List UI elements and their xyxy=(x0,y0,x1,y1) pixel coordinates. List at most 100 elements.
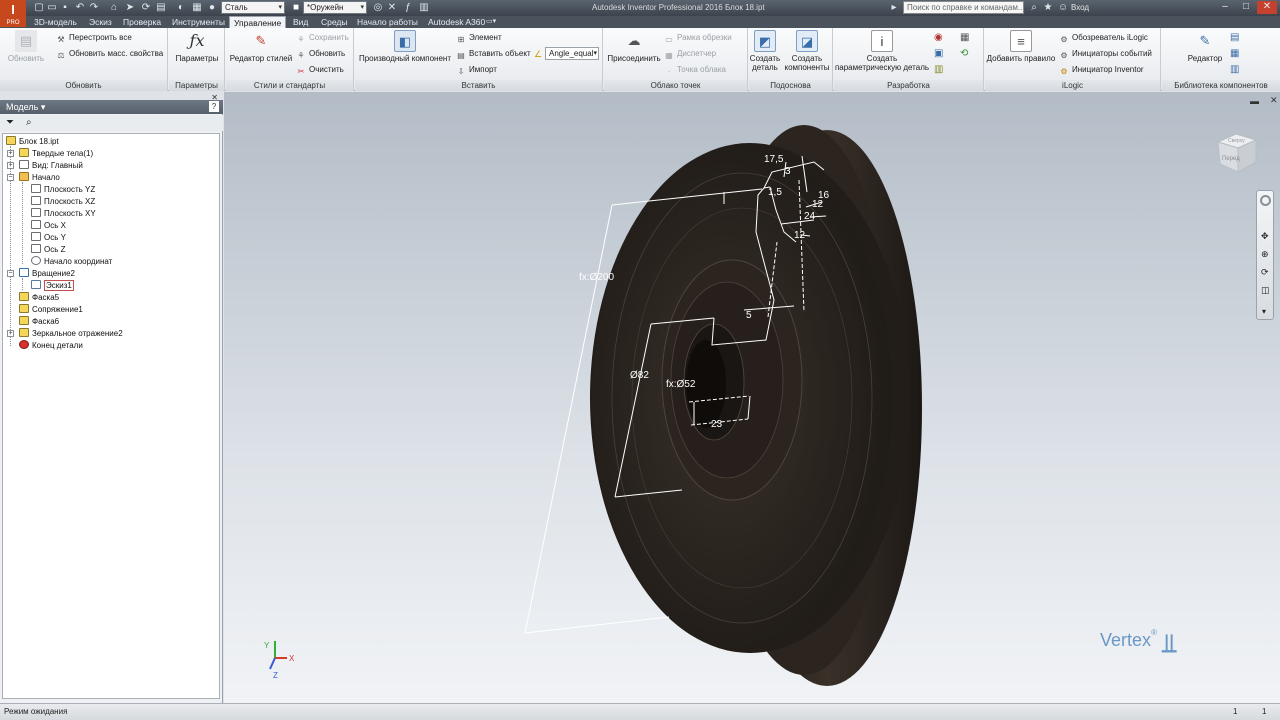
dimension-text[interactable]: 12 xyxy=(812,199,824,210)
dimension-text[interactable]: 24 xyxy=(804,211,816,222)
tree-node-sketch[interactable]: Эскиз1 xyxy=(31,280,74,292)
dimension-text[interactable]: 12 xyxy=(794,230,806,241)
insert-object-button[interactable]: ▤ Вставить объект xyxy=(456,48,530,60)
sketch-color-icon[interactable]: ● xyxy=(206,2,218,14)
author-tool-4-icon[interactable]: ▦ xyxy=(960,32,972,44)
cc-editor-button[interactable]: ✎ Редактор xyxy=(1182,30,1228,63)
select-icon[interactable]: ➤ xyxy=(124,2,136,14)
close-browser-icon[interactable]: ✕ xyxy=(211,93,218,102)
new-icon[interactable]: ▢ xyxy=(33,2,45,14)
ribbon-options-icon[interactable]: ▭▾ xyxy=(486,16,496,28)
ilogic-browser-button[interactable]: ⚙ Обозреватель iLogic xyxy=(1059,32,1147,44)
sign-in-link[interactable]: Вход xyxy=(1071,3,1089,12)
filter-icon[interactable]: ⏷ xyxy=(6,117,14,128)
look-at-icon[interactable]: ◫ xyxy=(1261,285,1270,296)
close-icon[interactable]: ✕ xyxy=(1257,1,1277,14)
orbit-icon[interactable]: ⟳ xyxy=(1261,267,1269,278)
tree-node-axis-y[interactable]: Ось Y xyxy=(31,232,66,244)
expand-icon[interactable]: + xyxy=(7,330,14,337)
color-icon[interactable]: ◐ xyxy=(175,2,187,14)
author-tool-1-icon[interactable]: ◉ xyxy=(934,32,946,44)
adjust-icon[interactable]: ◎ xyxy=(372,2,384,14)
cc-tool-1-icon[interactable]: ▤ xyxy=(1230,32,1242,44)
tree-node-view[interactable]: Вид: Главный xyxy=(19,160,83,172)
tree-node-end-of-part[interactable]: Конец детали xyxy=(19,340,83,352)
customize-icon[interactable]: ▾ xyxy=(1262,307,1266,316)
help-search-input[interactable]: Поиск по справке и командам... xyxy=(903,1,1024,14)
tab-get-started[interactable]: Начало работы xyxy=(357,16,418,28)
parameters-button[interactable]: ƒx Параметры xyxy=(173,30,221,63)
view-cube[interactable]: Сверху Перед xyxy=(1214,130,1260,174)
material-combo[interactable]: Сталь ▾ xyxy=(221,1,285,14)
minimize-icon[interactable]: – xyxy=(1215,1,1235,14)
tab-tools[interactable]: Инструменты xyxy=(172,16,225,28)
derive-button[interactable]: ◧ Производный компонент xyxy=(357,30,453,63)
browser-header[interactable]: Модель ▾? xyxy=(0,100,223,114)
import-button[interactable]: ⇩ Импорт xyxy=(456,64,497,76)
add-rule-button[interactable]: ≡ Добавить правило xyxy=(985,30,1057,63)
author-tool-2-icon[interactable]: ▣ xyxy=(934,48,946,60)
dimension-text[interactable]: 5 xyxy=(746,310,752,321)
dimension-text[interactable]: 3 xyxy=(785,166,791,177)
tree-node-fillet1[interactable]: Сопряжение1 xyxy=(19,304,83,316)
pan-icon[interactable]: ✥ xyxy=(1261,231,1269,242)
save-styles-button[interactable]: ⚘ Сохранить xyxy=(296,32,348,44)
tree-node-part[interactable]: Блок 18.ipt xyxy=(6,136,59,148)
author-tool-3-icon[interactable]: ▥ xyxy=(934,64,946,76)
make-components-button[interactable]: ◪ Создать компоненты xyxy=(782,30,832,72)
dimension-text[interactable]: fx:Ø200 xyxy=(579,272,614,283)
expand-icon[interactable]: + xyxy=(7,150,14,157)
purge-styles-button[interactable]: ✂ Очистить xyxy=(296,64,344,76)
update-button[interactable]: ▤ Обновить xyxy=(4,30,48,63)
app-menu-button[interactable]: I PRO xyxy=(0,0,26,27)
tree-node-revolve[interactable]: Вращение2 xyxy=(19,268,75,280)
cc-tool-3-icon[interactable]: ▥ xyxy=(1230,64,1242,76)
restore-view-icon[interactable]: ▬ xyxy=(1250,96,1259,106)
dimension-text[interactable]: fx:Ø52 xyxy=(666,379,696,390)
measure-icon[interactable]: ▤ xyxy=(155,2,167,14)
pulley-body[interactable] xyxy=(590,125,922,686)
tree-node-plane-yz[interactable]: Плоскость YZ xyxy=(31,184,95,196)
create-ipart-button[interactable]: i Создать параметрическую деталь xyxy=(834,30,930,72)
tab-3d-model[interactable]: 3D-модель xyxy=(34,16,77,28)
update-mass-button[interactable]: ⚖ Обновить масс. свойства xyxy=(56,48,163,60)
search-icon[interactable]: ⌕ xyxy=(1028,2,1040,14)
collapse-icon[interactable]: − xyxy=(7,174,14,181)
expand-icon[interactable]: + xyxy=(7,162,14,169)
ifeature-combo[interactable]: Angle_equal ▾ xyxy=(545,47,599,60)
user-icon[interactable]: ☺ xyxy=(1057,2,1069,14)
dropdown-icon[interactable]: ▸ xyxy=(888,2,900,14)
close-view-icon[interactable]: ✕ xyxy=(1270,95,1278,106)
update-icon[interactable]: ⟳ xyxy=(140,2,152,14)
tree-node-origin[interactable]: Начало xyxy=(19,172,60,184)
dimension-text[interactable]: 23 xyxy=(711,419,723,430)
event-triggers-button[interactable]: ⚙ Инициаторы событий xyxy=(1059,48,1151,60)
author-tool-5-icon[interactable]: ⟲ xyxy=(960,48,972,60)
ilogic-qa-icon[interactable]: ▥ xyxy=(418,2,430,14)
tab-environments[interactable]: Среды xyxy=(321,16,347,28)
rebuild-all-button[interactable]: ⚒ Перестроить все xyxy=(56,32,131,44)
clear-icon[interactable]: ✕ xyxy=(386,2,398,14)
collapse-icon[interactable]: − xyxy=(7,270,14,277)
tree-node-chamfer5[interactable]: Фаска5 xyxy=(19,292,59,304)
tab-a360[interactable]: Autodesk A360 xyxy=(428,16,485,28)
zoom-icon[interactable]: ⊕ xyxy=(1261,249,1269,260)
undo-icon[interactable]: ↶ xyxy=(74,2,86,14)
tab-view[interactable]: Вид xyxy=(293,16,308,28)
redo-icon[interactable]: ↷ xyxy=(88,2,100,14)
manager-button[interactable]: ▦ Диспетчер xyxy=(664,48,716,60)
crop-frame-button[interactable]: ▭ Рамка обрезки xyxy=(664,32,732,44)
appearance-combo[interactable]: *Оружейн ▾ xyxy=(303,1,367,14)
save-icon[interactable]: ▪ xyxy=(59,2,71,14)
cc-tool-2-icon[interactable]: ▦ xyxy=(1230,48,1242,60)
open-icon[interactable]: ▭ xyxy=(46,2,58,14)
trigger-inventor-button[interactable]: ⚙ Инициатор Inventor xyxy=(1059,64,1143,76)
home-icon[interactable]: ⌂ xyxy=(108,2,120,14)
tree-node-center-point[interactable]: Начало координат xyxy=(31,256,112,268)
favorites-icon[interactable]: ★ xyxy=(1042,2,1054,14)
tree-node-axis-x[interactable]: Ось X xyxy=(31,220,66,232)
tab-sketch[interactable]: Эскиз xyxy=(89,16,112,28)
steering-wheel-icon[interactable] xyxy=(1260,195,1271,206)
attach-button[interactable]: ☁ Присоединить xyxy=(606,30,662,63)
tree-node-axis-z[interactable]: Ось Z xyxy=(31,244,66,256)
